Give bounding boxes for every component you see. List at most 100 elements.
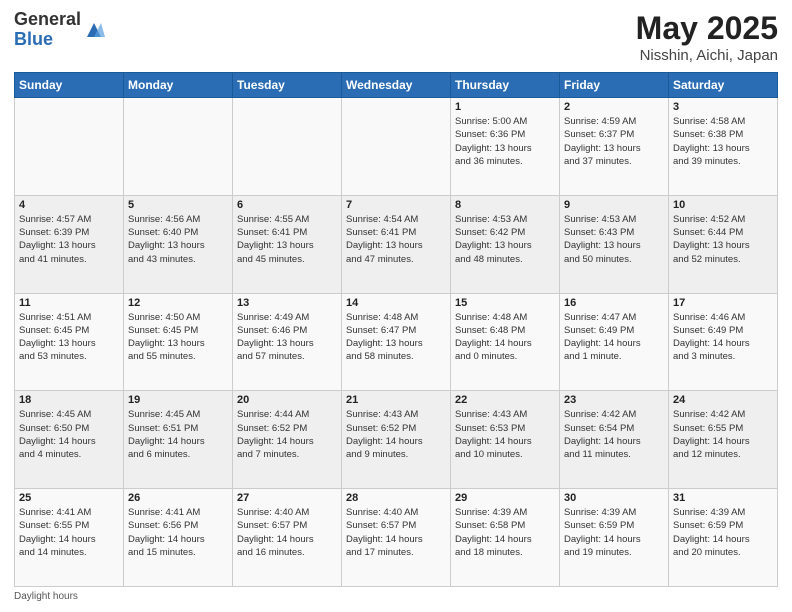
day-number: 22 bbox=[455, 394, 555, 406]
day-info: Sunrise: 4:39 AM Sunset: 6:59 PM Dayligh… bbox=[673, 506, 773, 559]
day-info: Sunrise: 4:51 AM Sunset: 6:45 PM Dayligh… bbox=[19, 311, 119, 364]
calendar-cell: 1 Sunrise: 5:00 AM Sunset: 6:36 PM Daylig… bbox=[451, 98, 560, 196]
weekday-header: Thursday bbox=[451, 73, 560, 98]
calendar-cell: 14 Sunrise: 4:48 AM Sunset: 6:47 PM Dayli… bbox=[342, 293, 451, 391]
day-info: Sunrise: 4:43 AM Sunset: 6:53 PM Dayligh… bbox=[455, 408, 555, 461]
day-number: 14 bbox=[346, 297, 446, 309]
day-info: Sunrise: 4:49 AM Sunset: 6:46 PM Dayligh… bbox=[237, 311, 337, 364]
weekday-header: Monday bbox=[124, 73, 233, 98]
day-info: Sunrise: 4:45 AM Sunset: 6:51 PM Dayligh… bbox=[128, 408, 228, 461]
day-number: 5 bbox=[128, 199, 228, 211]
calendar-table: SundayMondayTuesdayWednesdayThursdayFrid… bbox=[14, 72, 778, 587]
day-info: Sunrise: 5:00 AM Sunset: 6:36 PM Dayligh… bbox=[455, 115, 555, 168]
weekday-header: Friday bbox=[560, 73, 669, 98]
calendar-cell: 28Sunrise: 4:40 AM Sunset: 6:57 PM Dayli… bbox=[342, 489, 451, 587]
weekday-header: Wednesday bbox=[342, 73, 451, 98]
day-number: 30 bbox=[564, 492, 664, 504]
day-info: Sunrise: 4:50 AM Sunset: 6:45 PM Dayligh… bbox=[128, 311, 228, 364]
day-info: Sunrise: 4:47 AM Sunset: 6:49 PM Dayligh… bbox=[564, 311, 664, 364]
day-number: 27 bbox=[237, 492, 337, 504]
calendar-cell: 26Sunrise: 4:41 AM Sunset: 6:56 PM Dayli… bbox=[124, 489, 233, 587]
day-info: Sunrise: 4:55 AM Sunset: 6:41 PM Dayligh… bbox=[237, 213, 337, 266]
day-number: 19 bbox=[128, 394, 228, 406]
calendar-cell: 4 Sunrise: 4:57 AM Sunset: 6:39 PM Daylig… bbox=[15, 195, 124, 293]
calendar-cell: 29 Sunrise: 4:39 AM Sunset: 6:58 PM Dayli… bbox=[451, 489, 560, 587]
day-number: 9 bbox=[564, 199, 664, 211]
title-block: May 2025 Nisshin, Aichi, Japan bbox=[636, 10, 778, 64]
day-number: 3 bbox=[673, 101, 773, 113]
day-number: 17 bbox=[673, 297, 773, 309]
calendar-cell: 19 Sunrise: 4:45 AM Sunset: 6:51 PM Dayli… bbox=[124, 391, 233, 489]
day-number: 2 bbox=[564, 101, 664, 113]
day-number: 1 bbox=[455, 101, 555, 113]
calendar-cell: 21 Sunrise: 4:43 AM Sunset: 6:52 PM Dayli… bbox=[342, 391, 451, 489]
calendar-week-row: 1 Sunrise: 5:00 AM Sunset: 6:36 PM Daylig… bbox=[15, 98, 778, 196]
calendar-cell: 15Sunrise: 4:48 AM Sunset: 6:48 PM Dayli… bbox=[451, 293, 560, 391]
day-info: Sunrise: 4:54 AM Sunset: 6:41 PM Dayligh… bbox=[346, 213, 446, 266]
daylight-label: Daylight hours bbox=[14, 591, 78, 602]
calendar-cell: 7 Sunrise: 4:54 AM Sunset: 6:41 PM Daylig… bbox=[342, 195, 451, 293]
weekday-header: Saturday bbox=[669, 73, 778, 98]
day-info: Sunrise: 4:44 AM Sunset: 6:52 PM Dayligh… bbox=[237, 408, 337, 461]
day-number: 11 bbox=[19, 297, 119, 309]
calendar-week-row: 4 Sunrise: 4:57 AM Sunset: 6:39 PM Daylig… bbox=[15, 195, 778, 293]
day-info: Sunrise: 4:42 AM Sunset: 6:55 PM Dayligh… bbox=[673, 408, 773, 461]
calendar-cell: 9 Sunrise: 4:53 AM Sunset: 6:43 PM Daylig… bbox=[560, 195, 669, 293]
day-info: Sunrise: 4:57 AM Sunset: 6:39 PM Dayligh… bbox=[19, 213, 119, 266]
calendar-cell: 10Sunrise: 4:52 AM Sunset: 6:44 PM Dayli… bbox=[669, 195, 778, 293]
calendar-header: SundayMondayTuesdayWednesdayThursdayFrid… bbox=[15, 73, 778, 98]
day-number: 31 bbox=[673, 492, 773, 504]
logo-blue: Blue bbox=[14, 29, 53, 49]
calendar-cell: 31 Sunrise: 4:39 AM Sunset: 6:59 PM Dayli… bbox=[669, 489, 778, 587]
day-number: 25 bbox=[19, 492, 119, 504]
day-info: Sunrise: 4:53 AM Sunset: 6:43 PM Dayligh… bbox=[564, 213, 664, 266]
day-number: 16 bbox=[564, 297, 664, 309]
day-number: 8 bbox=[455, 199, 555, 211]
calendar-cell bbox=[15, 98, 124, 196]
calendar-cell: 3Sunrise: 4:58 AM Sunset: 6:38 PM Daylig… bbox=[669, 98, 778, 196]
day-number: 26 bbox=[128, 492, 228, 504]
calendar-cell bbox=[342, 98, 451, 196]
day-number: 10 bbox=[673, 199, 773, 211]
calendar-cell: 5Sunrise: 4:56 AM Sunset: 6:40 PM Daylig… bbox=[124, 195, 233, 293]
day-number: 13 bbox=[237, 297, 337, 309]
calendar-cell: 6Sunrise: 4:55 AM Sunset: 6:41 PM Daylig… bbox=[233, 195, 342, 293]
day-info: Sunrise: 4:59 AM Sunset: 6:37 PM Dayligh… bbox=[564, 115, 664, 168]
day-number: 7 bbox=[346, 199, 446, 211]
calendar-cell: 24 Sunrise: 4:42 AM Sunset: 6:55 PM Dayli… bbox=[669, 391, 778, 489]
logo: General Blue bbox=[14, 10, 105, 50]
calendar-cell: 27Sunrise: 4:40 AM Sunset: 6:57 PM Dayli… bbox=[233, 489, 342, 587]
day-info: Sunrise: 4:48 AM Sunset: 6:47 PM Dayligh… bbox=[346, 311, 446, 364]
calendar-week-row: 18Sunrise: 4:45 AM Sunset: 6:50 PM Dayli… bbox=[15, 391, 778, 489]
calendar-cell: 8Sunrise: 4:53 AM Sunset: 6:42 PM Daylig… bbox=[451, 195, 560, 293]
calendar-cell: 17 Sunrise: 4:46 AM Sunset: 6:49 PM Dayli… bbox=[669, 293, 778, 391]
weekday-header: Tuesday bbox=[233, 73, 342, 98]
day-info: Sunrise: 4:48 AM Sunset: 6:48 PM Dayligh… bbox=[455, 311, 555, 364]
day-number: 4 bbox=[19, 199, 119, 211]
calendar-week-row: 11 Sunrise: 4:51 AM Sunset: 6:45 PM Dayli… bbox=[15, 293, 778, 391]
calendar-cell: 2 Sunrise: 4:59 AM Sunset: 6:37 PM Daylig… bbox=[560, 98, 669, 196]
page: General Blue May 2025 Nisshin, Aichi, Ja… bbox=[0, 0, 792, 612]
calendar-title: May 2025 bbox=[636, 10, 778, 47]
weekday-header: Sunday bbox=[15, 73, 124, 98]
day-info: Sunrise: 4:42 AM Sunset: 6:54 PM Dayligh… bbox=[564, 408, 664, 461]
calendar-body: 1 Sunrise: 5:00 AM Sunset: 6:36 PM Daylig… bbox=[15, 98, 778, 587]
day-info: Sunrise: 4:39 AM Sunset: 6:58 PM Dayligh… bbox=[455, 506, 555, 559]
day-info: Sunrise: 4:40 AM Sunset: 6:57 PM Dayligh… bbox=[346, 506, 446, 559]
day-number: 23 bbox=[564, 394, 664, 406]
day-number: 24 bbox=[673, 394, 773, 406]
day-number: 29 bbox=[455, 492, 555, 504]
day-number: 18 bbox=[19, 394, 119, 406]
day-number: 21 bbox=[346, 394, 446, 406]
day-info: Sunrise: 4:41 AM Sunset: 6:55 PM Dayligh… bbox=[19, 506, 119, 559]
day-info: Sunrise: 4:43 AM Sunset: 6:52 PM Dayligh… bbox=[346, 408, 446, 461]
header: General Blue May 2025 Nisshin, Aichi, Ja… bbox=[14, 10, 778, 64]
calendar-cell: 30Sunrise: 4:39 AM Sunset: 6:59 PM Dayli… bbox=[560, 489, 669, 587]
logo-icon bbox=[83, 19, 105, 41]
day-info: Sunrise: 4:46 AM Sunset: 6:49 PM Dayligh… bbox=[673, 311, 773, 364]
day-number: 12 bbox=[128, 297, 228, 309]
calendar-cell: 13 Sunrise: 4:49 AM Sunset: 6:46 PM Dayli… bbox=[233, 293, 342, 391]
calendar-cell: 20Sunrise: 4:44 AM Sunset: 6:52 PM Dayli… bbox=[233, 391, 342, 489]
calendar-cell: 23 Sunrise: 4:42 AM Sunset: 6:54 PM Dayli… bbox=[560, 391, 669, 489]
calendar-cell bbox=[124, 98, 233, 196]
